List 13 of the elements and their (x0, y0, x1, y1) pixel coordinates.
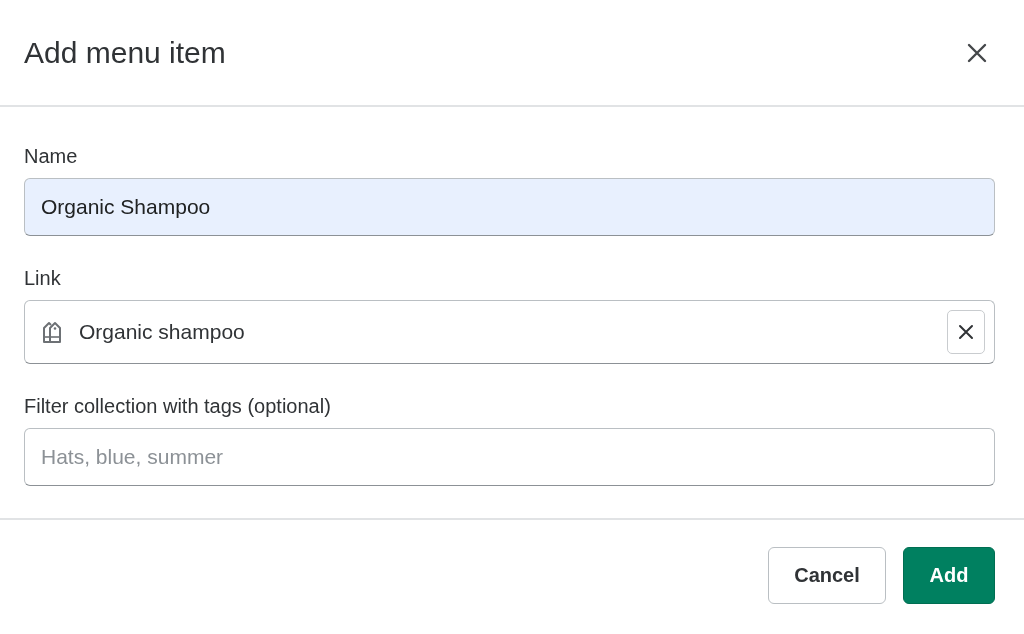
dialog-title: Add menu item (24, 35, 226, 70)
cancel-button[interactable]: Cancel (768, 547, 886, 604)
field-label: Link (24, 266, 62, 290)
link-field[interactable]: Organic shampoo (24, 300, 995, 364)
clear-link-button[interactable] (947, 310, 985, 354)
field-label: Name (24, 144, 79, 168)
tags-input-field[interactable]: Hats, blue, summer (24, 428, 995, 486)
selected-link-text: Organic shampoo (79, 320, 246, 344)
text-input-field[interactable]: Organic Shampoo (24, 178, 995, 236)
add-button[interactable]: Add (903, 547, 995, 604)
close-icon (967, 42, 987, 63)
field-label: Filter collection with tags (optional) (24, 394, 332, 418)
close-icon (958, 324, 974, 340)
